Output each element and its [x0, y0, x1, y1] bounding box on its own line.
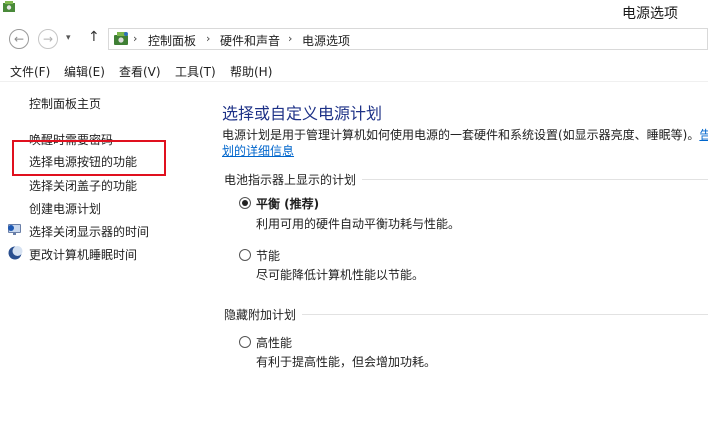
back-button[interactable]: ←	[9, 29, 29, 49]
control-panel-icon	[112, 31, 130, 50]
chevron-down-icon: ▾	[66, 33, 71, 43]
recent-locations-button[interactable]: ▾	[66, 33, 71, 43]
description-link-line: 划的详细信息	[222, 142, 294, 159]
sleep-moon-icon	[7, 245, 23, 261]
hidden-plans-group-label[interactable]: 隐藏附加计划	[224, 306, 303, 323]
radio-selected-dot	[242, 200, 248, 206]
sidebar-item-sleep-time[interactable]: 更改计算机睡眠时间	[29, 246, 137, 263]
menu-edit[interactable]: 编辑(E)	[64, 63, 105, 80]
breadcrumb-power-options[interactable]: 电源选项	[302, 32, 350, 49]
breadcrumb-separator: ›	[206, 32, 211, 45]
description-text: 电源计划是用于管理计算机如何使用电源的一套硬件和系统设置(如显示器亮度、睡眠等)…	[222, 128, 700, 142]
plan-name-balanced[interactable]: 平衡 (推荐)	[256, 195, 319, 212]
menu-file[interactable]: 文件(F)	[10, 63, 50, 80]
up-button[interactable]: ↑	[88, 29, 100, 45]
sidebar-item-lid-close[interactable]: 选择关闭盖子的功能	[29, 177, 137, 194]
plan-desc-balanced: 利用可用的硬件自动平衡功耗与性能。	[256, 217, 461, 231]
back-arrow-icon: ←	[13, 32, 25, 46]
page-title: 选择或自定义电源计划	[222, 104, 383, 123]
balanced-radio[interactable]	[239, 197, 251, 209]
plan-name-high-performance[interactable]: 高性能	[256, 334, 292, 351]
breadcrumb-separator: ›	[133, 32, 138, 45]
sidebar-item-display-off-time[interactable]: 选择关闭显示器的时间	[29, 223, 149, 240]
highlight-annotation	[12, 140, 166, 176]
sidebar-control-panel-home[interactable]: 控制面板主页	[29, 95, 101, 112]
app-icon	[2, 0, 16, 14]
plan-desc-high-performance: 有利于提高性能，但会增加功耗。	[256, 355, 437, 369]
plan-details-link[interactable]: 划的详细信息	[222, 144, 294, 158]
high-performance-radio[interactable]	[239, 336, 251, 348]
plan-desc-power-saver: 尽可能降低计算机性能以节能。	[256, 268, 425, 282]
window-title: 电源选项	[622, 6, 678, 22]
menu-help[interactable]: 帮助(H)	[230, 63, 272, 80]
description-link-start[interactable]: 告	[699, 128, 708, 142]
address-bar[interactable]	[108, 28, 708, 50]
menu-bar	[0, 59, 708, 82]
up-arrow-icon: ↑	[88, 29, 100, 45]
menu-tools[interactable]: 工具(T)	[175, 63, 216, 80]
page-description: 电源计划是用于管理计算机如何使用电源的一套硬件和系统设置(如显示器亮度、睡眠等)…	[222, 126, 708, 143]
power-saver-radio[interactable]	[239, 249, 251, 261]
battery-plans-group-label: 电池指示器上显示的计划	[224, 171, 363, 188]
sidebar-item-create-plan[interactable]: 创建电源计划	[29, 200, 101, 217]
display-power-icon	[7, 222, 23, 238]
breadcrumb-separator: ›	[288, 32, 293, 45]
plan-name-power-saver[interactable]: 节能	[256, 247, 280, 264]
menu-view[interactable]: 查看(V)	[119, 63, 161, 80]
breadcrumb-control-panel[interactable]: 控制面板	[148, 32, 196, 49]
breadcrumb-hardware-sound[interactable]: 硬件和声音	[220, 32, 280, 49]
forward-button[interactable]: →	[38, 29, 58, 49]
forward-arrow-icon: →	[42, 32, 54, 46]
